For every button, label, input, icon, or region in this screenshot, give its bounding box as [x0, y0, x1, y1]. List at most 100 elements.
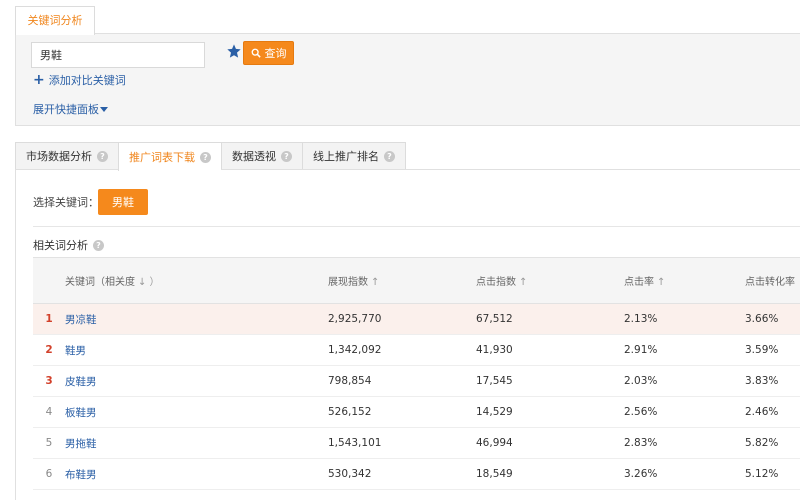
header-impressions[interactable]: 展现指数 ↑: [328, 257, 476, 304]
row-clicks: [476, 490, 624, 500]
row-rank: 2: [45, 344, 53, 356]
tab-keyword-analysis-label: 关键词分析: [27, 14, 83, 27]
sort-arrow-icon: ↑: [371, 277, 380, 288]
query-button[interactable]: 查询: [243, 41, 294, 65]
divider: [33, 226, 800, 227]
sort-arrow-icon: ↑: [519, 277, 528, 288]
row-ctr: 2.13%: [624, 313, 658, 325]
row-keyword-link[interactable]: 布鞋男: [65, 459, 328, 490]
search-panel: 查询 + 添加对比关键词 展开快捷面板: [15, 33, 800, 126]
header-cvr[interactable]: 点击转化率: [745, 257, 800, 304]
help-icon[interactable]: ?: [281, 150, 292, 162]
tab-data-pivot[interactable]: 数据透视 ?: [221, 142, 302, 170]
row-clicks: 14,529: [476, 406, 513, 418]
row-clicks: 17,545: [476, 375, 513, 387]
row-ctr: [624, 490, 745, 500]
header-impressions-label: 展现指数: [328, 277, 368, 288]
row-cvr: 5.12%: [745, 468, 779, 480]
row-clicks: 67,512: [476, 313, 513, 325]
row-impressions: 798,854: [328, 375, 372, 387]
tab-online-promo-ranking[interactable]: 线上推广排名 ?: [302, 142, 406, 170]
tab-label: 线上推广排名: [313, 150, 379, 163]
row-rank: 4: [45, 406, 53, 418]
table-row[interactable]: 6 布鞋男 530,342 18,549 3.26% 5.12%: [33, 459, 800, 490]
row-keyword-link[interactable]: [65, 490, 328, 500]
row-cvr: 5.82%: [745, 437, 779, 449]
caret-down-icon: [100, 107, 108, 112]
help-icon[interactable]: ?: [97, 150, 108, 162]
row-impressions: [328, 490, 476, 500]
table-row[interactable]: 2 鞋男 1,342,092 41,930 2.91% 3.59%: [33, 335, 800, 366]
related-words-table: 关键词（相关度 ↓ ） 展现指数 ↑ 点击指数 ↑ 点击率 ↑ 点击转化率 1 …: [33, 257, 800, 500]
row-ctr: 3.26%: [624, 468, 658, 480]
row-cvr: 3.83%: [745, 375, 779, 387]
row-ctr: 2.91%: [624, 344, 658, 356]
table-row-partial[interactable]: [33, 490, 800, 500]
section-tabs: 市场数据分析 ? 推广词表下载 ? 数据透视 ? 线上推广排名 ?: [15, 142, 406, 171]
row-keyword-link[interactable]: 板鞋男: [65, 397, 328, 428]
help-icon[interactable]: ?: [200, 151, 211, 163]
row-impressions: 530,342: [328, 468, 372, 480]
tab-label: 市场数据分析: [26, 150, 92, 163]
table-row[interactable]: 3 皮鞋男 798,854 17,545 2.03% 3.83%: [33, 366, 800, 397]
related-words-title-label: 相关词分析: [33, 239, 88, 252]
row-clicks: 18,549: [476, 468, 513, 480]
expand-quick-panel-link[interactable]: 展开快捷面板: [33, 101, 108, 117]
related-words-table-wrap: 关键词（相关度 ↓ ） 展现指数 ↑ 点击指数 ↑ 点击率 ↑ 点击转化率 1 …: [33, 257, 800, 500]
keyword-input[interactable]: [31, 42, 205, 68]
select-keyword-label: 选择关键词：: [33, 196, 99, 209]
row-rank: 6: [45, 468, 53, 480]
row-impressions: 526,152: [328, 406, 372, 418]
content-panel: 选择关键词： 男鞋 相关词分析 ? 关键词（相关度 ↓ ） 展现指数 ↑ 点击指数 ↑: [15, 169, 800, 500]
tab-keyword-analysis[interactable]: 关键词分析: [15, 6, 95, 35]
header-keyword-label: 关键词（相关度: [65, 277, 135, 288]
row-clicks: 46,994: [476, 437, 513, 449]
row-impressions: 2,925,770: [328, 313, 382, 325]
selected-keyword-chip[interactable]: 男鞋: [98, 189, 148, 215]
table-row[interactable]: 1 男凉鞋 2,925,770 67,512 2.13% 3.66%: [33, 303, 800, 335]
table-row[interactable]: 5 男拖鞋 1,543,101 46,994 2.83% 5.82%: [33, 428, 800, 459]
tab-label: 数据透视: [232, 150, 276, 163]
add-compare-keyword-link[interactable]: + 添加对比关键词: [33, 72, 126, 88]
row-impressions: 1,342,092: [328, 344, 382, 356]
header-ctr[interactable]: 点击率 ↑: [624, 257, 745, 304]
row-cvr: [745, 490, 800, 500]
selected-keyword-label: 男鞋: [112, 196, 134, 209]
row-ctr: 2.83%: [624, 437, 658, 449]
expand-quick-panel-label: 展开快捷面板: [33, 103, 99, 116]
query-button-label: 查询: [264, 47, 287, 60]
star-icon[interactable]: [226, 43, 242, 59]
tab-market-data-analysis[interactable]: 市场数据分析 ?: [15, 142, 118, 170]
search-icon: [251, 48, 261, 58]
related-words-title: 相关词分析 ?: [33, 237, 104, 253]
row-rank: [33, 490, 65, 500]
row-rank: 5: [45, 437, 53, 449]
row-rank: 1: [45, 313, 53, 325]
tab-promo-wordlist-download[interactable]: 推广词表下载 ?: [118, 142, 221, 171]
row-cvr: 3.59%: [745, 344, 779, 356]
table-row[interactable]: 4 板鞋男 526,152 14,529 2.56% 2.46%: [33, 397, 800, 428]
row-keyword-link[interactable]: 皮鞋男: [65, 366, 328, 397]
row-cvr: 3.66%: [745, 313, 779, 325]
header-clicks[interactable]: 点击指数 ↑: [476, 257, 624, 304]
header-rank: [33, 257, 65, 304]
row-clicks: 41,930: [476, 344, 513, 356]
help-icon[interactable]: ?: [384, 150, 395, 162]
row-rank: 3: [45, 375, 53, 387]
sort-arrow-icon: ↑: [657, 277, 666, 288]
row-keyword-link[interactable]: 鞋男: [65, 335, 328, 366]
row-cvr: 2.46%: [745, 406, 779, 418]
header-keyword[interactable]: 关键词（相关度 ↓ ）: [65, 257, 328, 304]
row-ctr: 2.56%: [624, 406, 658, 418]
row-keyword-link[interactable]: 男凉鞋: [65, 304, 328, 335]
header-cvr-label: 点击转化率: [745, 277, 795, 288]
table-header-row: 关键词（相关度 ↓ ） 展现指数 ↑ 点击指数 ↑ 点击率 ↑ 点击转化率: [33, 257, 800, 304]
tab-label: 推广词表下载: [129, 151, 195, 164]
plus-icon: +: [33, 72, 45, 88]
row-keyword-link[interactable]: 男拖鞋: [65, 428, 328, 459]
sort-arrow-icon: ↓ ）: [138, 277, 160, 288]
header-ctr-label: 点击率: [624, 277, 654, 288]
add-compare-keyword-label: 添加对比关键词: [48, 74, 126, 87]
header-clicks-label: 点击指数: [476, 277, 516, 288]
help-icon[interactable]: ?: [93, 239, 104, 251]
